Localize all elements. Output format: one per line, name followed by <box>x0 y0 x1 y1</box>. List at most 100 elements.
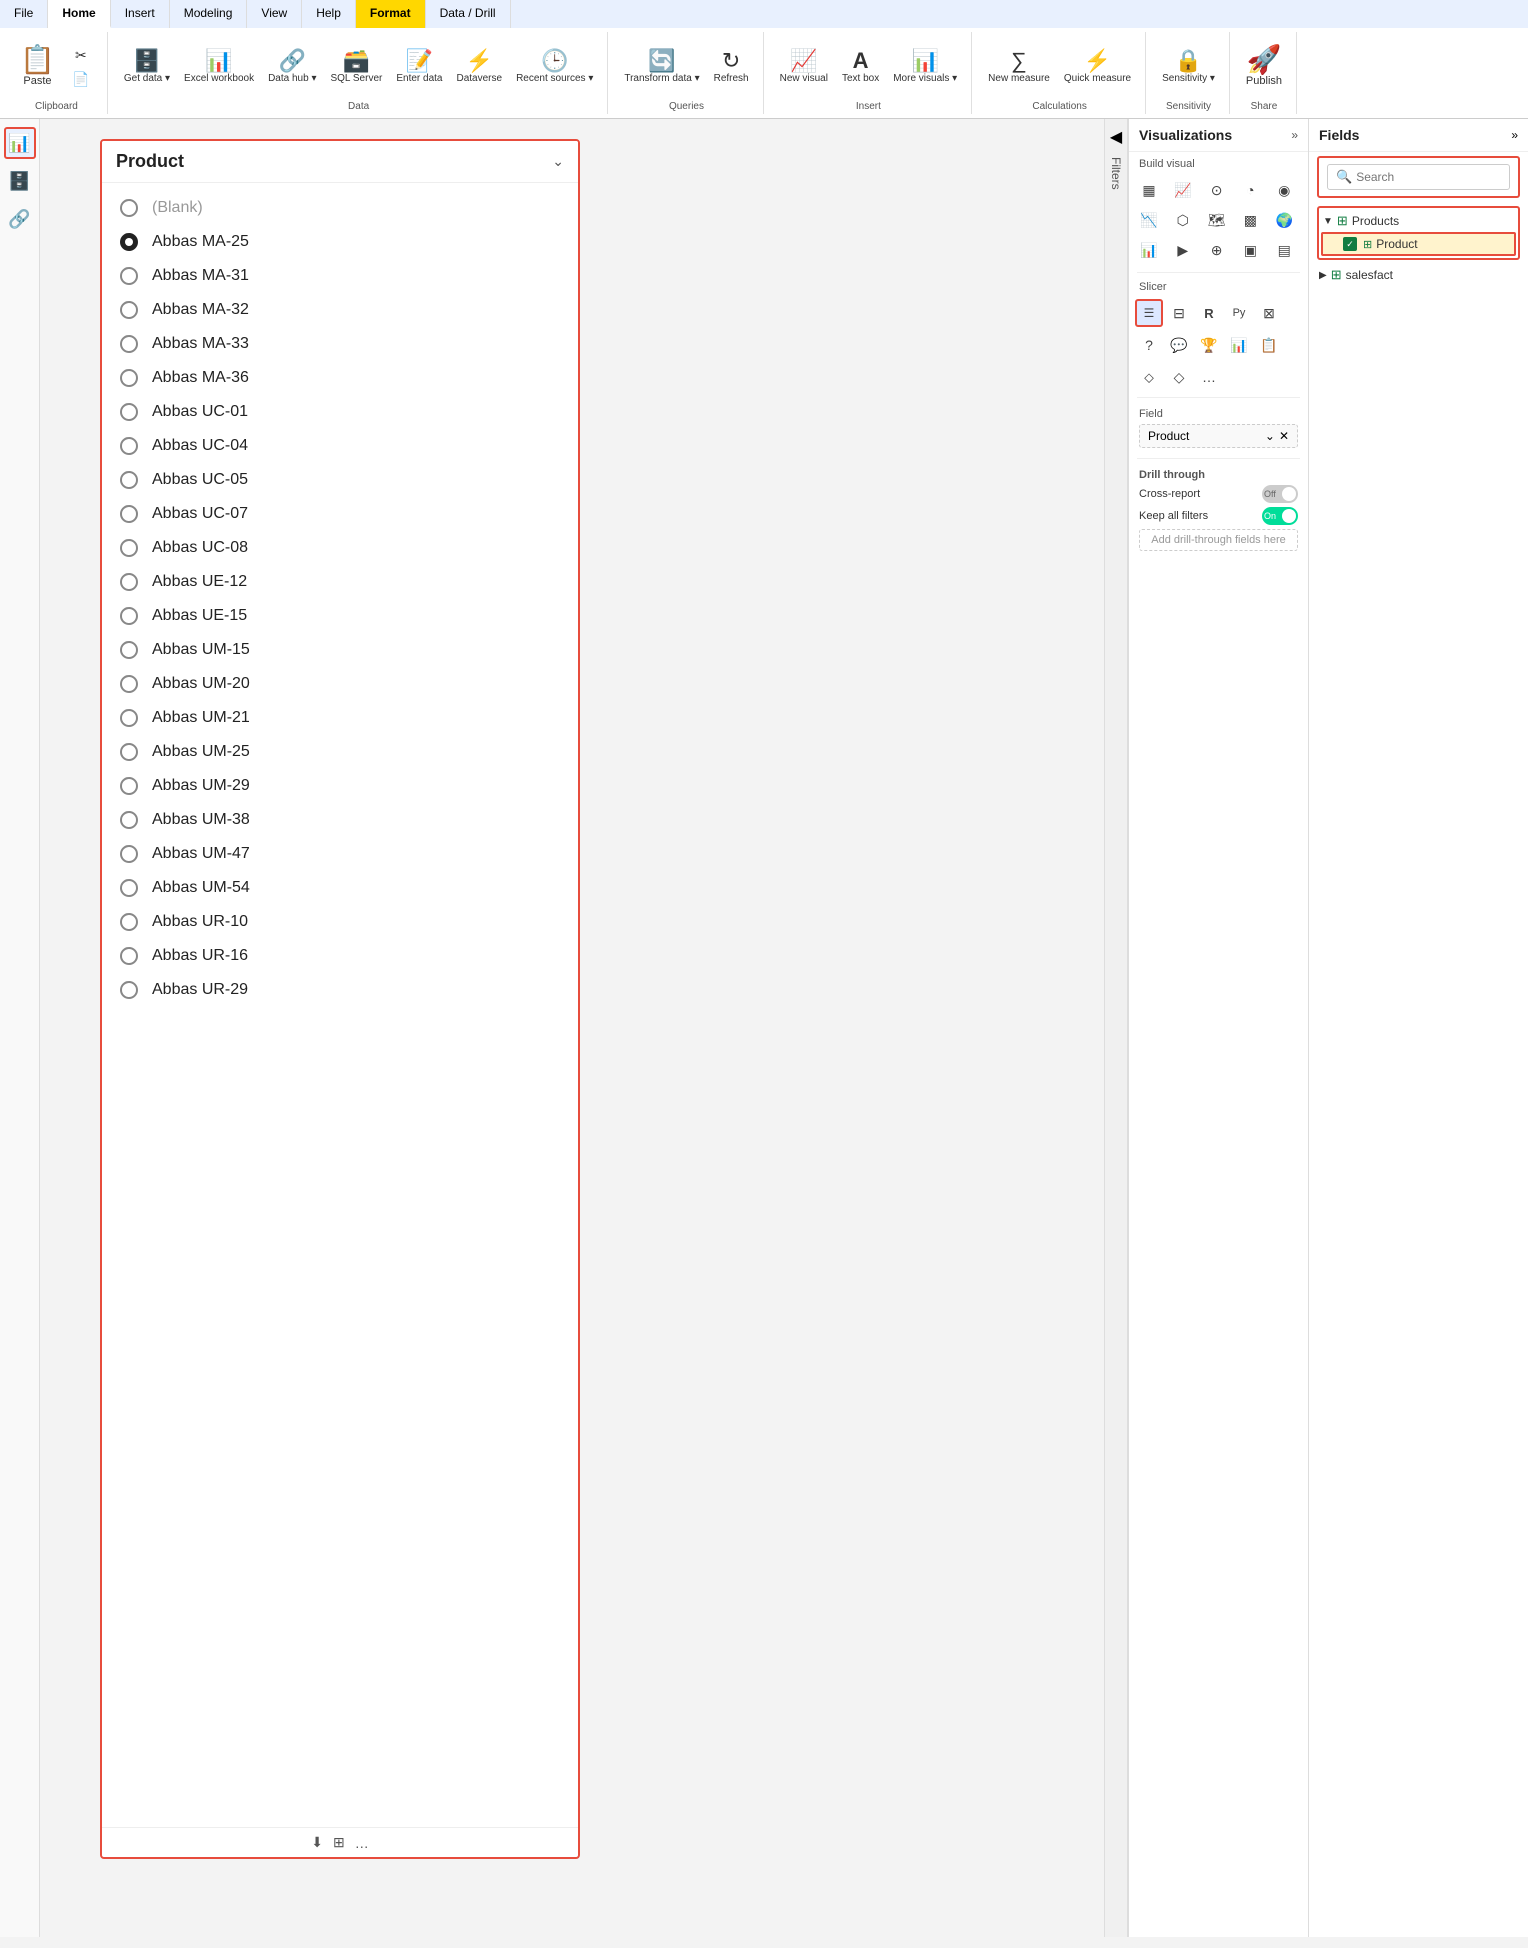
sidebar-icon-report[interactable]: 📊 <box>4 127 36 159</box>
copy-button[interactable]: 📄 <box>63 68 99 90</box>
viz-icon-shape[interactable]: ⬦ <box>1135 363 1163 391</box>
slicer-more-icon[interactable]: … <box>355 1835 369 1851</box>
viz-icon-multi-card[interactable]: ▤ <box>1270 236 1298 264</box>
slicer-item[interactable]: Abbas UC-08 <box>116 531 564 565</box>
tab-file[interactable]: File <box>0 0 48 28</box>
viz-icon-qna[interactable]: ? <box>1135 331 1163 359</box>
slicer-filter-icon[interactable]: ⬇ <box>311 1834 323 1851</box>
viz-icon-smart-narrative[interactable]: 🏆 <box>1195 331 1223 359</box>
viz-icon-pie[interactable]: ◔ <box>1236 176 1264 204</box>
tree-item-product[interactable]: ✓ ⊞ Product <box>1321 232 1516 256</box>
slicer-item[interactable]: Abbas MA-36 <box>116 361 564 395</box>
slicer-item[interactable]: Abbas UM-29 <box>116 769 564 803</box>
viz-panel-expand-icon[interactable]: » <box>1291 128 1298 142</box>
viz-icon-kpi[interactable]: ▶ <box>1169 236 1197 264</box>
slicer-item[interactable]: Abbas UM-38 <box>116 803 564 837</box>
get-data-button[interactable]: 🗄️ Get data ▾ <box>118 46 176 88</box>
tab-help[interactable]: Help <box>302 0 356 28</box>
viz-icon-line-chart[interactable]: 📈 <box>1169 176 1197 204</box>
slicer-item[interactable]: Abbas UM-25 <box>116 735 564 769</box>
enter-data-button[interactable]: 📝 Enter data <box>390 46 448 88</box>
keep-filters-toggle[interactable]: On <box>1262 507 1298 525</box>
viz-icon-narrative[interactable]: 💬 <box>1165 331 1193 359</box>
slicer-expand-all-icon[interactable]: ⊞ <box>333 1834 345 1851</box>
field-remove-icon[interactable]: ✕ <box>1279 429 1289 443</box>
report-view-icon: 📊 <box>8 133 30 154</box>
viz-icon-slicer-list[interactable]: ☰ <box>1135 299 1163 327</box>
slicer-item[interactable]: Abbas UC-07 <box>116 497 564 531</box>
slicer-item[interactable]: Abbas UR-29 <box>116 973 564 1007</box>
tab-insert[interactable]: Insert <box>111 0 170 28</box>
recent-sources-button[interactable]: 🕒 Recent sources ▾ <box>510 46 599 88</box>
viz-icon-slicer-tile[interactable]: ⊟ <box>1165 299 1193 327</box>
viz-icon-donut[interactable]: ◉ <box>1270 176 1298 204</box>
slicer-item[interactable]: Abbas MA-25 <box>116 225 564 259</box>
viz-icon-gauge[interactable]: ⊕ <box>1203 236 1231 264</box>
viz-icon-area[interactable]: 📉 <box>1135 206 1163 234</box>
viz-icon-combo[interactable]: 📊 <box>1135 236 1163 264</box>
slicer-item[interactable]: Abbas UR-10 <box>116 905 564 939</box>
fields-search-input[interactable] <box>1356 170 1501 184</box>
slicer-item[interactable]: Abbas UE-15 <box>116 599 564 633</box>
paste-button[interactable]: 📋 Paste <box>14 42 61 91</box>
sidebar-icon-model[interactable]: 🔗 <box>4 203 36 235</box>
slicer-item[interactable]: Abbas UM-20 <box>116 667 564 701</box>
viz-icon-r-visual[interactable]: R <box>1195 299 1223 327</box>
viz-icon-py-visual[interactable]: Py <box>1225 299 1253 327</box>
slicer-item[interactable]: Abbas UM-47 <box>116 837 564 871</box>
viz-icon-filled-map[interactable]: 🌍 <box>1270 206 1298 234</box>
viz-icon-bar-chart[interactable]: ▦ <box>1135 176 1163 204</box>
slicer-item[interactable]: Abbas MA-32 <box>116 293 564 327</box>
viz-icon-card[interactable]: ▣ <box>1236 236 1264 264</box>
slicer-item[interactable]: Abbas UC-04 <box>116 429 564 463</box>
new-visual-button[interactable]: 📈 New visual <box>774 46 834 88</box>
refresh-button[interactable]: ↻ Refresh <box>708 46 755 88</box>
ribbon-group-clipboard: 📋 Paste ✂ 📄 Clipboard <box>6 32 108 114</box>
viz-icon-paginated[interactable]: 📋 <box>1255 331 1283 359</box>
viz-icon-metric[interactable]: 📊 <box>1225 331 1253 359</box>
tab-data-drill[interactable]: Data / Drill <box>426 0 511 28</box>
slicer-item[interactable]: Abbas UM-21 <box>116 701 564 735</box>
viz-icon-decomp-tree[interactable]: ⊠ <box>1255 299 1283 327</box>
tree-group-salesfact-header[interactable]: ▶ ⊞ salesfact <box>1317 264 1520 286</box>
slicer-list[interactable]: (Blank)Abbas MA-25Abbas MA-31Abbas MA-32… <box>102 183 578 1827</box>
slicer-item[interactable]: Abbas MA-33 <box>116 327 564 361</box>
publish-button[interactable]: 🚀 Publish <box>1240 42 1288 91</box>
viz-icon-tree[interactable]: ▩ <box>1236 206 1264 234</box>
slicer-item[interactable]: Abbas UM-54 <box>116 871 564 905</box>
dataverse-button[interactable]: ⚡ Dataverse <box>451 46 509 88</box>
text-box-button[interactable]: A Text box <box>836 46 885 88</box>
viz-icon-scatter[interactable]: ⊙ <box>1203 176 1231 204</box>
new-measure-button[interactable]: ∑ New measure <box>982 46 1056 88</box>
fields-expand-icon[interactable]: » <box>1511 128 1518 142</box>
filters-collapse-icon[interactable]: ◀ <box>1110 127 1122 147</box>
more-visuals-button[interactable]: 📊 More visuals ▾ <box>887 46 963 88</box>
tab-view[interactable]: View <box>247 0 302 28</box>
slicer-item[interactable]: (Blank) <box>116 191 564 225</box>
excel-button[interactable]: 📊 Excel workbook <box>178 46 260 88</box>
viz-icon-azure-map[interactable]: ◇ <box>1165 363 1193 391</box>
sensitivity-button[interactable]: 🔒 Sensitivity ▾ <box>1156 46 1221 88</box>
slicer-item[interactable]: Abbas UC-01 <box>116 395 564 429</box>
quick-measure-button[interactable]: ⚡ Quick measure <box>1058 46 1137 88</box>
cross-report-toggle[interactable]: Off <box>1262 485 1298 503</box>
tree-group-products-header[interactable]: ▼ ⊞ Products <box>1321 210 1516 232</box>
data-hub-button[interactable]: 🔗 Data hub ▾ <box>262 46 322 88</box>
viz-icon-map[interactable]: 🗺 <box>1203 206 1231 234</box>
slicer-item[interactable]: Abbas MA-31 <box>116 259 564 293</box>
transform-button[interactable]: 🔄 Transform data ▾ <box>618 46 705 88</box>
slicer-expand-icon[interactable]: ⌄ <box>552 153 564 170</box>
sql-server-button[interactable]: 🗃️ SQL Server <box>324 46 388 88</box>
viz-icon-more[interactable]: … <box>1195 363 1223 391</box>
slicer-item[interactable]: Abbas UR-16 <box>116 939 564 973</box>
viz-icon-funnel[interactable]: ⬡ <box>1169 206 1197 234</box>
slicer-item[interactable]: Abbas UC-05 <box>116 463 564 497</box>
sidebar-icon-data[interactable]: 🗄️ <box>4 165 36 197</box>
field-dropdown-icon[interactable]: ⌄ <box>1265 429 1275 443</box>
tab-home[interactable]: Home <box>48 0 110 28</box>
slicer-item[interactable]: Abbas UE-12 <box>116 565 564 599</box>
tab-modeling[interactable]: Modeling <box>170 0 248 28</box>
tab-format[interactable]: Format <box>356 0 426 28</box>
cut-button[interactable]: ✂ <box>63 44 99 66</box>
slicer-item[interactable]: Abbas UM-15 <box>116 633 564 667</box>
